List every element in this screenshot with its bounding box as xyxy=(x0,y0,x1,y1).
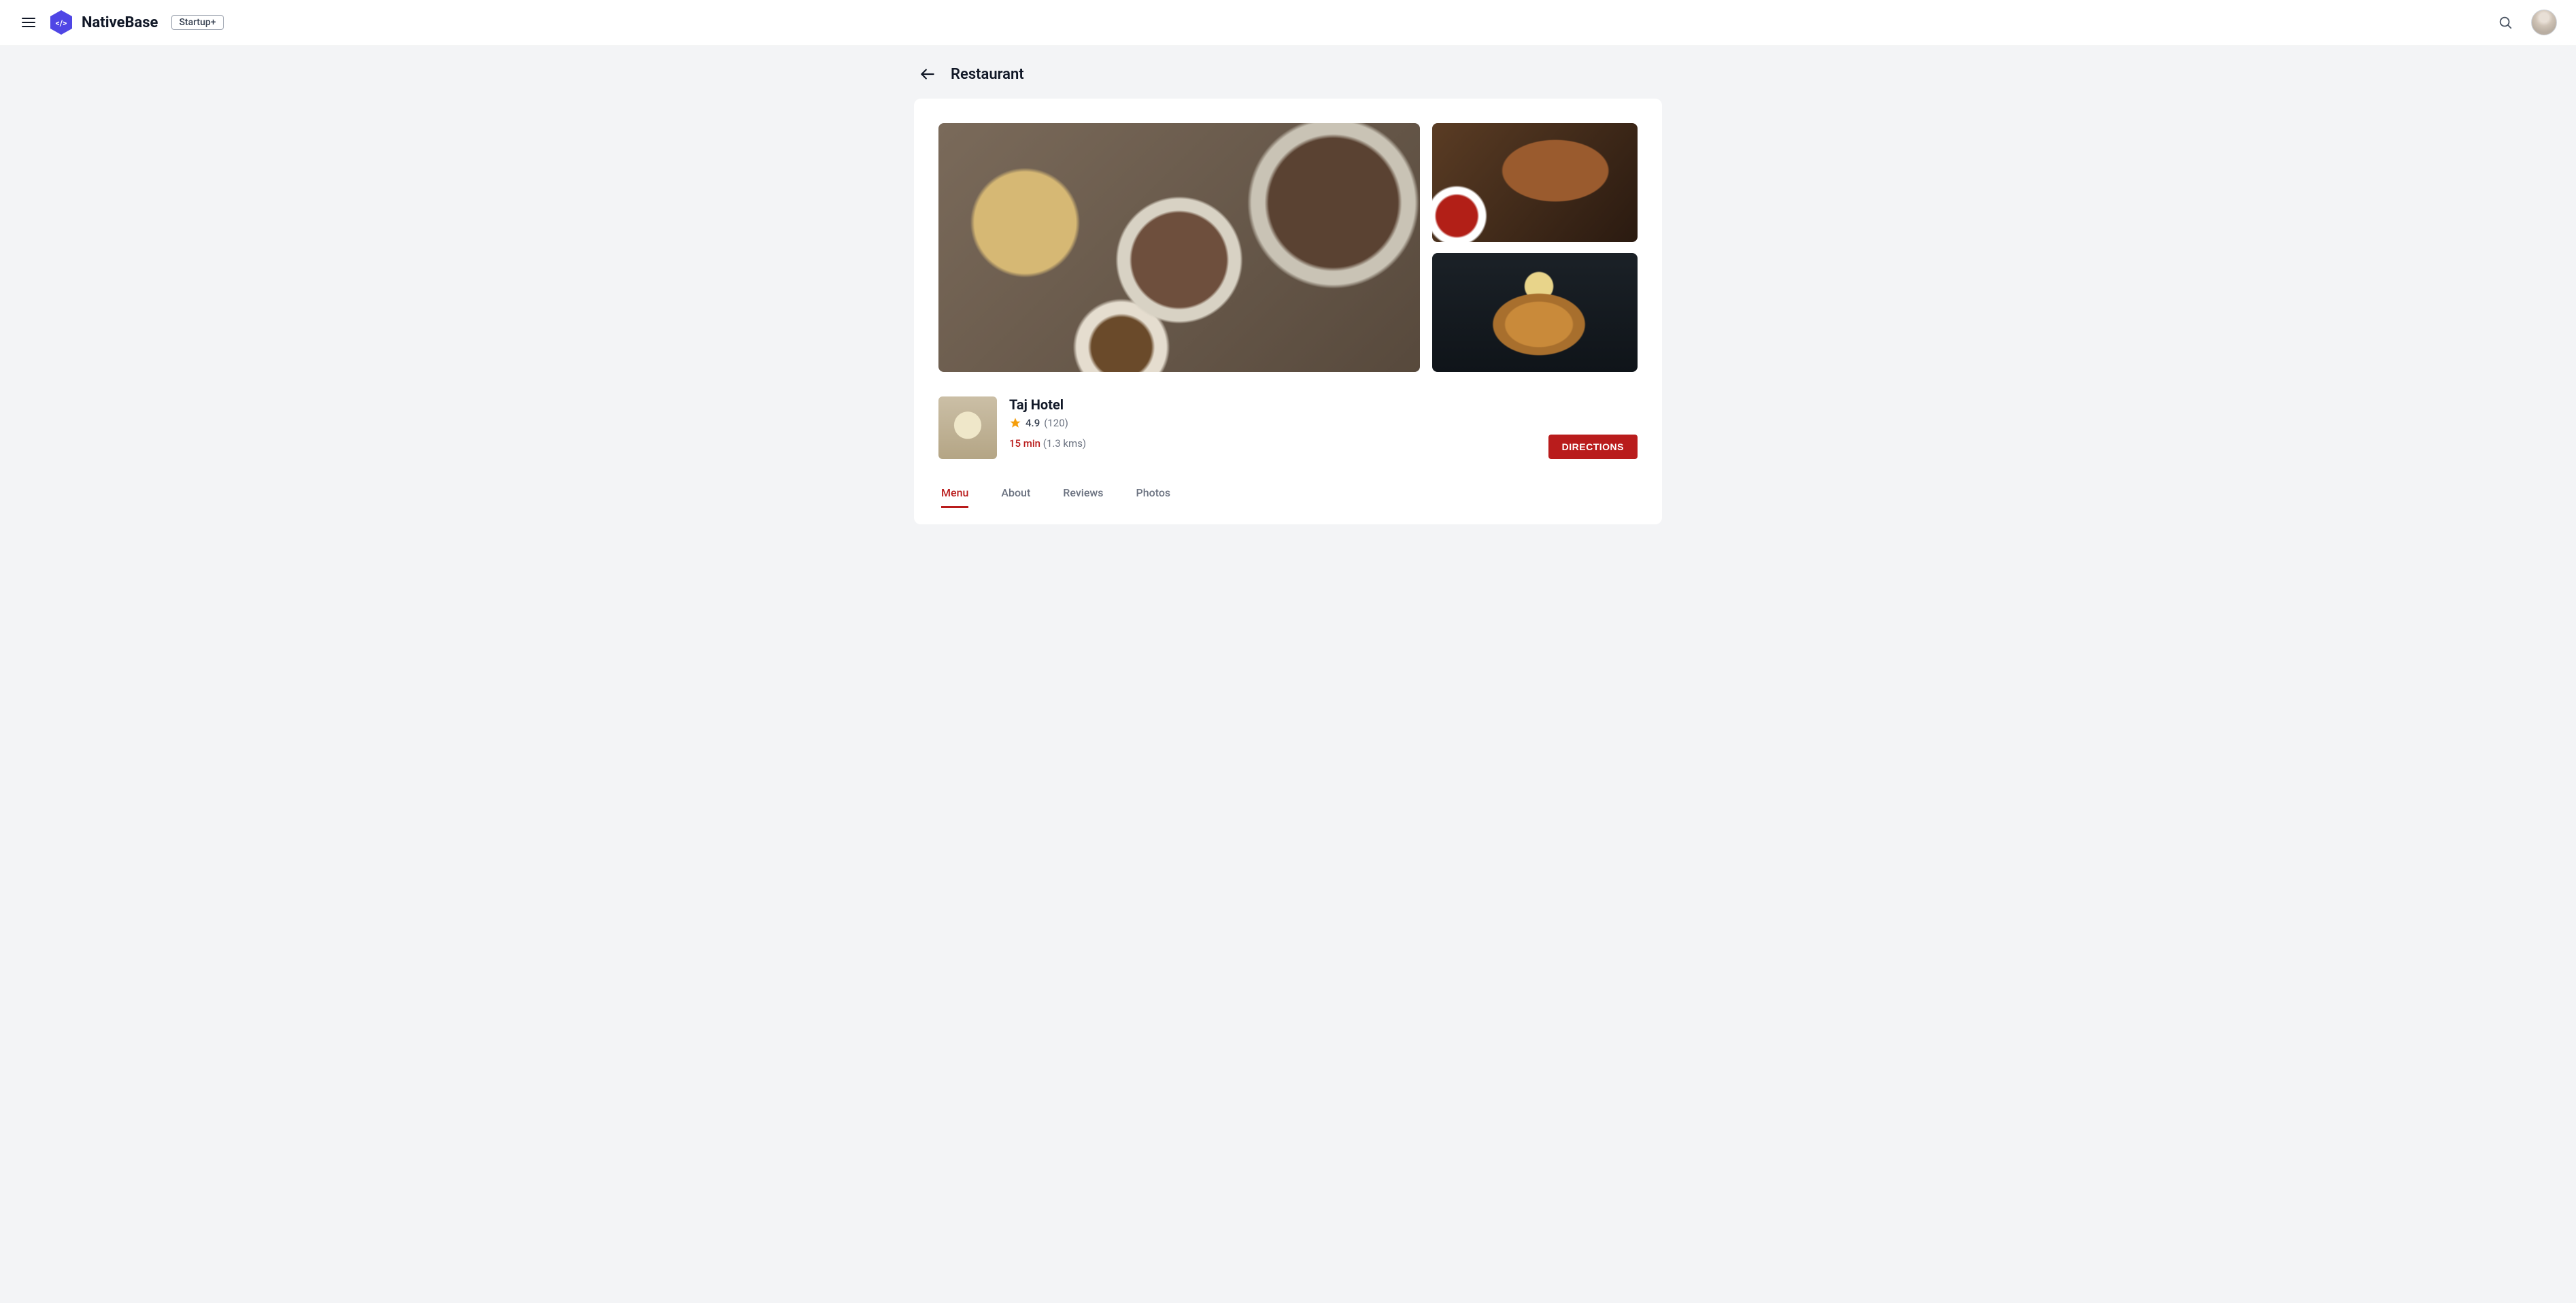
page-title: Restaurant xyxy=(951,66,1024,83)
star-icon xyxy=(1009,417,1021,429)
svg-text:</>: </> xyxy=(56,18,67,28)
back-button[interactable] xyxy=(917,63,938,85)
tab-photos[interactable]: Photos xyxy=(1136,486,1171,508)
page-header: Restaurant xyxy=(914,46,1662,99)
directions-button[interactable]: DIRECTIONS xyxy=(1548,435,1638,459)
gallery-main-image[interactable] xyxy=(938,123,1420,372)
gallery-thumb-2[interactable] xyxy=(1432,253,1638,372)
startup-badge: Startup+ xyxy=(171,15,223,30)
page-background: Restaurant xyxy=(0,46,2576,1303)
gallery-thumb-1[interactable] xyxy=(1432,123,1638,242)
top-bar: </> NativeBase Startup+ xyxy=(0,0,2576,46)
content-card: Taj Hotel 4.9 (120) 15 min (1.3 kms) xyxy=(914,99,1662,524)
hotel-name: Taj Hotel xyxy=(1009,396,1086,413)
distance-row: 15 min (1.3 kms) xyxy=(1009,437,1086,450)
hotel-thumbnail[interactable] xyxy=(938,396,997,459)
distance-time: 15 min xyxy=(1009,437,1040,450)
tab-menu[interactable]: Menu xyxy=(941,486,968,508)
search-button[interactable] xyxy=(2494,12,2516,33)
avatar[interactable] xyxy=(2531,10,2557,35)
rating-row: 4.9 (120) xyxy=(1009,417,1086,429)
search-icon xyxy=(2498,15,2513,30)
hotel-info-row: Taj Hotel 4.9 (120) 15 min (1.3 kms) xyxy=(938,396,1638,459)
rating-value: 4.9 xyxy=(1026,417,1040,429)
distance-km: (1.3 kms) xyxy=(1043,437,1086,450)
brand-name: NativeBase xyxy=(82,14,158,31)
photo-gallery xyxy=(938,123,1638,372)
brand-logo[interactable]: </> NativeBase Startup+ xyxy=(48,9,224,36)
rating-count: (120) xyxy=(1044,417,1068,429)
food-image-main xyxy=(938,123,1420,372)
tab-reviews[interactable]: Reviews xyxy=(1063,486,1103,508)
food-image-thumb-2 xyxy=(1432,253,1638,372)
hotel-image xyxy=(938,396,997,459)
arrow-left-icon xyxy=(919,65,936,83)
food-image-thumb-1 xyxy=(1432,123,1638,242)
hamburger-icon xyxy=(20,14,37,31)
logo-icon: </> xyxy=(48,9,75,36)
menu-button[interactable] xyxy=(19,13,38,32)
tabs: Menu About Reviews Photos xyxy=(938,486,1638,508)
tab-about[interactable]: About xyxy=(1001,486,1030,508)
